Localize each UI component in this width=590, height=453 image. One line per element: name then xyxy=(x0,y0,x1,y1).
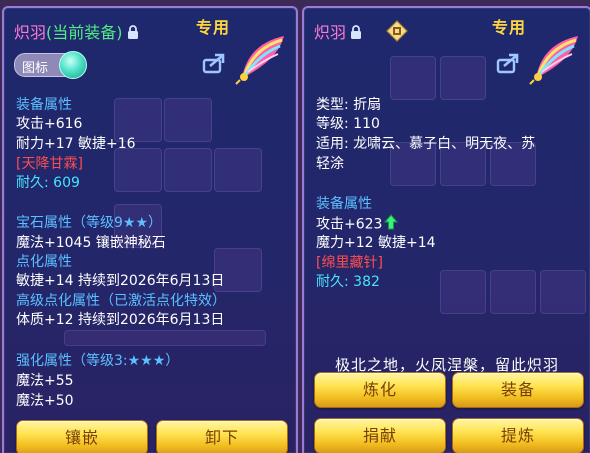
background-slot xyxy=(164,98,212,142)
gem-attr-title: 宝石属性（等级9★★） xyxy=(16,215,163,231)
attack-stat: 攻击+616 xyxy=(16,116,83,132)
durability-value: 382 xyxy=(353,274,380,290)
special-label: 专用 xyxy=(492,18,527,37)
up-arrow-icon xyxy=(384,214,399,235)
durability-label: 耐久: xyxy=(16,175,49,191)
gem-tag: [天降甘霖] xyxy=(16,156,83,172)
background-slot xyxy=(164,148,212,192)
level-line: 等级: 110 xyxy=(316,116,380,132)
adv-point-title: 高级点化属性（已激活点化特效） xyxy=(16,293,226,309)
durability: 耐久: 609 xyxy=(16,174,80,192)
type-line: 类型: 折扇 xyxy=(316,97,382,113)
equipped-tag: (当前装备) xyxy=(46,23,123,42)
background-slot xyxy=(490,270,536,314)
refine-button[interactable]: 炼化 xyxy=(314,372,446,408)
equip-attr-title: 装备属性 xyxy=(316,196,372,212)
share-icon[interactable] xyxy=(496,52,522,74)
icon-toggle-label: 图标 xyxy=(22,61,49,76)
rune-diamond-icon xyxy=(386,20,408,42)
adv-constitution-stat: 体质+12 持续到2026年6月13日 xyxy=(16,312,225,328)
special-label: 专用 xyxy=(196,18,231,37)
stamina-agility-stat: 耐力+17 敏捷+16 xyxy=(16,136,136,152)
magic-50-stat: 魔法+50 xyxy=(16,393,74,409)
strengthen-title: 强化属性（等级3:★★★） xyxy=(16,353,180,369)
background-slot xyxy=(114,148,162,192)
fit-line-cont: 轻涂 xyxy=(316,156,344,172)
background-slot xyxy=(390,56,436,100)
lock-icon xyxy=(127,24,139,43)
item-name: 炽羽 xyxy=(14,23,47,42)
magic-55-stat: 魔法+55 xyxy=(16,373,74,389)
unequip-button[interactable]: 卸下 xyxy=(156,420,288,453)
durability: 耐久: 382 xyxy=(316,273,380,291)
background-slot xyxy=(540,270,586,314)
durability-value: 609 xyxy=(53,175,80,191)
toggle-knob[interactable] xyxy=(59,51,87,79)
item-name: 炽羽 xyxy=(314,23,347,42)
equip-button[interactable]: 装备 xyxy=(452,372,584,408)
background-slot xyxy=(440,56,486,100)
background-bar xyxy=(64,330,266,346)
gem-tag: [绵里藏针] xyxy=(316,255,383,271)
icon-toggle[interactable]: 图标 xyxy=(14,51,87,79)
background-slot xyxy=(214,148,262,192)
current-equipment-panel: 炽羽(当前装备) 专用 图标 装备属性 攻击+616 耐力+17 敏捷+16 [… xyxy=(2,6,298,453)
attack-stat: 攻击+623 xyxy=(316,214,399,235)
fit-line: 适用: 龙啸云、慕子白、明无夜、苏 xyxy=(316,136,536,152)
magic-gem-stat: 魔法+1045 镶嵌神秘石 xyxy=(16,235,166,251)
item-title: 炽羽 xyxy=(314,19,362,43)
background-slot xyxy=(440,270,486,314)
item-title: 炽羽(当前装备) xyxy=(14,19,139,43)
item-detail-panel: 炽羽 专用 类型: 折扇 等级: 110 适用: 龙啸云、慕子白、明无夜、苏 轻… xyxy=(302,6,590,453)
lock-icon xyxy=(350,24,362,43)
feather-fan-icon xyxy=(232,30,292,86)
durability-label: 耐久: xyxy=(316,274,349,290)
inlay-button[interactable]: 镶嵌 xyxy=(16,420,148,453)
donate-button[interactable]: 捐献 xyxy=(314,418,446,453)
extract-button[interactable]: 提炼 xyxy=(452,418,584,453)
point-agility-stat: 敏捷+14 持续到2026年6月13日 xyxy=(16,273,225,289)
share-icon[interactable] xyxy=(202,52,228,74)
attack-value: 攻击+623 xyxy=(316,216,383,233)
feather-fan-icon xyxy=(526,30,586,86)
point-attr-title: 点化属性 xyxy=(16,254,72,270)
equip-attr-title: 装备属性 xyxy=(16,97,72,113)
magic-agility-stat: 魔力+12 敏捷+14 xyxy=(316,235,436,251)
